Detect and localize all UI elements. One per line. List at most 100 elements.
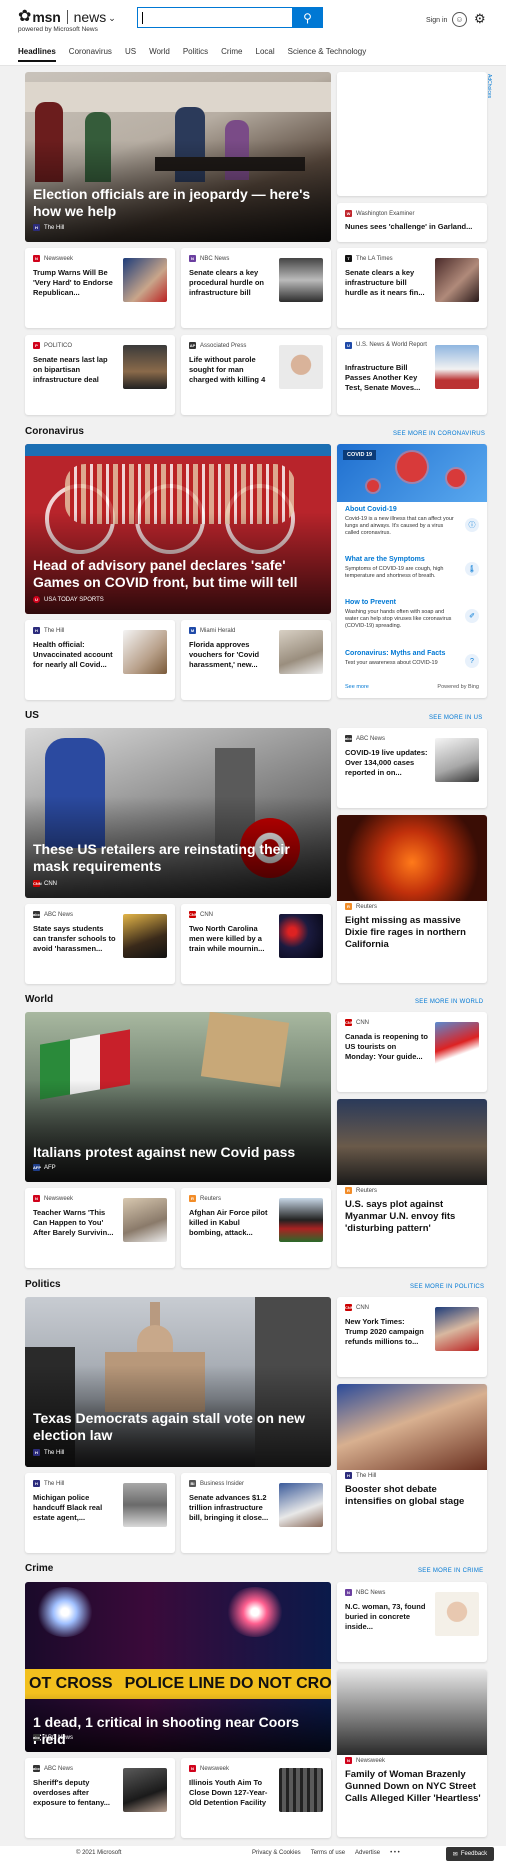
- handwash-icon[interactable]: ✐: [465, 609, 479, 623]
- story-card[interactable]: T The LA Times Senate clears a key infras…: [337, 248, 487, 328]
- covid-item[interactable]: How to Prevent Washing your hands often w…: [345, 599, 455, 630]
- story-card[interactable]: N Newsweek Trump Warns Will Be 'Very Hard…: [25, 248, 175, 328]
- tab-headlines[interactable]: Headlines: [18, 47, 56, 62]
- tab-politics[interactable]: Politics: [183, 47, 208, 62]
- see-more-coronavirus[interactable]: SEE MORE IN CORONAVIRUS: [393, 431, 485, 437]
- see-more-crime[interactable]: SEE MORE IN CRIME: [418, 1568, 483, 1574]
- story-card[interactable]: BI Business Insider Senate advances $1.2 …: [181, 1473, 331, 1553]
- hero-title[interactable]: Texas Democrats again stall vote on new …: [33, 1410, 323, 1444]
- section-title-us[interactable]: US: [25, 710, 39, 721]
- section-title-crime[interactable]: Crime: [25, 1563, 53, 1574]
- covid-item[interactable]: About Covid-19 Covid-19 is a new illness …: [345, 506, 455, 537]
- card-thumbnail: [279, 1768, 323, 1812]
- story-card[interactable]: N Newsweek Illinois Youth Aim To Close Do…: [181, 1758, 331, 1838]
- side-card[interactable]: W Washington Examiner Nunes sees 'challen…: [337, 203, 487, 242]
- story-card[interactable]: P POLITICO Senate nears last lap on bipar…: [25, 335, 175, 415]
- side-card[interactable]: CNN CNN Canada is reopening to US tourist…: [337, 1012, 487, 1092]
- covid-item[interactable]: What are the Symptoms Symptoms of COVID-1…: [345, 556, 455, 580]
- search-icon: ⚲: [303, 10, 312, 25]
- see-more-world[interactable]: SEE MORE IN WORLD: [415, 999, 483, 1005]
- card-image: [337, 1384, 487, 1470]
- side-card[interactable]: N NBC News N.C. woman, 73, found buried i…: [337, 1582, 487, 1662]
- big-card[interactable]: R Reuters Eight missing as massive Dixie …: [337, 815, 487, 983]
- story-card[interactable]: CNN CNN Two North Carolina men were kille…: [181, 904, 331, 984]
- hero-title[interactable]: Election officials are in jeopardy — her…: [33, 186, 323, 220]
- tab-science-technology[interactable]: Science & Technology: [288, 47, 367, 62]
- coronavirus-hero[interactable]: Head of advisory panel declares 'safe' G…: [25, 444, 331, 614]
- story-card[interactable]: R Reuters Afghan Air Force pilot killed i…: [181, 1188, 331, 1268]
- footer-link-advertise[interactable]: Advertise: [355, 1850, 380, 1856]
- us-hero[interactable]: These US retailers are reinstating their…: [25, 728, 331, 898]
- story-card[interactable]: abc ABC News Sheriff's deputy overdoses a…: [25, 1758, 175, 1838]
- story-card[interactable]: abc ABC News State says students can tran…: [25, 904, 175, 984]
- feedback-button[interactable]: ✉ Feedback: [446, 1847, 494, 1861]
- thermometer-icon[interactable]: 🌡: [465, 562, 479, 576]
- side-card[interactable]: CNN CNN New York Times: Trump 2020 campai…: [337, 1297, 487, 1377]
- crime-hero[interactable]: OT CROSS POLICE LINE DO NOT CROSS 1 dead,…: [25, 1582, 331, 1752]
- covid-item-title[interactable]: About Covid-19: [345, 506, 455, 513]
- info-icon[interactable]: ⓘ: [465, 518, 479, 532]
- msn-butterfly-icon: ✿: [18, 8, 32, 25]
- tab-crime[interactable]: Crime: [221, 47, 242, 62]
- story-card[interactable]: H The Hill Health official: Unvaccinated …: [25, 620, 175, 700]
- card-thumbnail: [435, 345, 479, 389]
- tab-local[interactable]: Local: [256, 47, 275, 62]
- story-card[interactable]: H The Hill Michigan police handcuff Black…: [25, 1473, 175, 1553]
- search-button[interactable]: ⚲: [292, 7, 323, 28]
- source-logo: H: [33, 627, 40, 634]
- covid-item-title[interactable]: How to Prevent: [345, 599, 455, 606]
- section-title-world[interactable]: World: [25, 994, 53, 1005]
- section-title-coronavirus[interactable]: Coronavirus: [25, 426, 84, 437]
- gear-icon[interactable]: ⚙: [474, 11, 486, 27]
- card-source: N NBC News: [345, 1589, 385, 1596]
- chevron-down-icon[interactable]: ⌄: [108, 13, 116, 24]
- tab-coronavirus[interactable]: Coronavirus: [69, 47, 112, 62]
- card-thumbnail: [279, 345, 323, 389]
- tab-world[interactable]: World: [149, 47, 170, 62]
- covid-see-more[interactable]: See more: [345, 684, 369, 690]
- tab-us[interactable]: US: [125, 47, 136, 62]
- card-title: New York Times: Trump 2020 campaign refu…: [345, 1317, 424, 1346]
- hero-title[interactable]: 1 dead, 1 critical in shooting near Coor…: [33, 1714, 323, 1748]
- top-hero[interactable]: Election officials are in jeopardy — her…: [25, 72, 331, 242]
- big-card[interactable]: H The Hill Booster shot debate intensifie…: [337, 1384, 487, 1552]
- big-card[interactable]: R Reuters U.S. says plot against Myanmar …: [337, 1099, 487, 1267]
- quiz-icon[interactable]: ?: [465, 654, 479, 668]
- world-hero[interactable]: Italians protest against new Covid pass …: [25, 1012, 331, 1182]
- politics-hero[interactable]: Texas Democrats again stall vote on new …: [25, 1297, 331, 1467]
- covid-item-title[interactable]: What are the Symptoms: [345, 556, 455, 563]
- hero-title[interactable]: Italians protest against new Covid pass: [33, 1144, 323, 1161]
- source-logo: U: [33, 596, 40, 603]
- card-title: Senate clears a key procedural hurdle on…: [189, 268, 265, 297]
- story-card[interactable]: N NBC News Senate clears a key procedural…: [181, 248, 331, 328]
- big-card[interactable]: N Newsweek Family of Woman Brazenly Gunne…: [337, 1669, 487, 1837]
- card-image: [337, 815, 487, 901]
- feedback-icon: ✉: [452, 1851, 458, 1858]
- story-card[interactable]: AP Associated Press Life without parole s…: [181, 335, 331, 415]
- card-title: N.C. woman, 73, found buried in concrete…: [345, 1602, 426, 1631]
- story-card[interactable]: M Miami Herald Florida approves vouchers …: [181, 620, 331, 700]
- story-card[interactable]: N Newsweek Teacher Warns 'This Can Happen…: [25, 1188, 175, 1268]
- covid-info-panel: COVID 19 About Covid-19 Covid-19 is a new…: [337, 444, 487, 698]
- card-thumbnail: [123, 1768, 167, 1812]
- hero-source: H The Hill: [33, 1449, 64, 1456]
- card-title: Sheriff's deputy overdoses after exposur…: [33, 1778, 110, 1807]
- card-source: R Reuters: [345, 1187, 377, 1194]
- signin-link[interactable]: Sign in: [426, 17, 447, 24]
- footer-more-icon[interactable]: • • •: [390, 1850, 400, 1856]
- story-card[interactable]: U U.S. News & World Report Infrastructure…: [337, 335, 487, 415]
- see-more-us[interactable]: SEE MORE IN US: [429, 715, 483, 721]
- section-title-politics[interactable]: Politics: [25, 1279, 61, 1290]
- side-card[interactable]: abc ABC News COVID-19 live updates: Over …: [337, 728, 487, 808]
- msn-logo[interactable]: ✿ msn news ⌄: [18, 8, 116, 26]
- covid-item-title[interactable]: Coronavirus: Myths and Facts: [345, 650, 455, 657]
- avatar-icon[interactable]: ☺: [452, 12, 467, 27]
- hero-title[interactable]: Head of advisory panel declares 'safe' G…: [33, 557, 323, 591]
- hero-title[interactable]: These US retailers are reinstating their…: [33, 841, 323, 875]
- covid-item[interactable]: Coronavirus: Myths and Facts Test your aw…: [345, 650, 455, 667]
- footer: © 2021 Microsoft Privacy & Cookies Terms…: [0, 1846, 506, 1862]
- card-source: CNN CNN: [345, 1019, 369, 1026]
- see-more-politics[interactable]: SEE MORE IN POLITICS: [410, 1284, 484, 1290]
- footer-link-terms[interactable]: Terms of use: [311, 1850, 345, 1856]
- footer-link-privacy[interactable]: Privacy & Cookies: [252, 1850, 301, 1856]
